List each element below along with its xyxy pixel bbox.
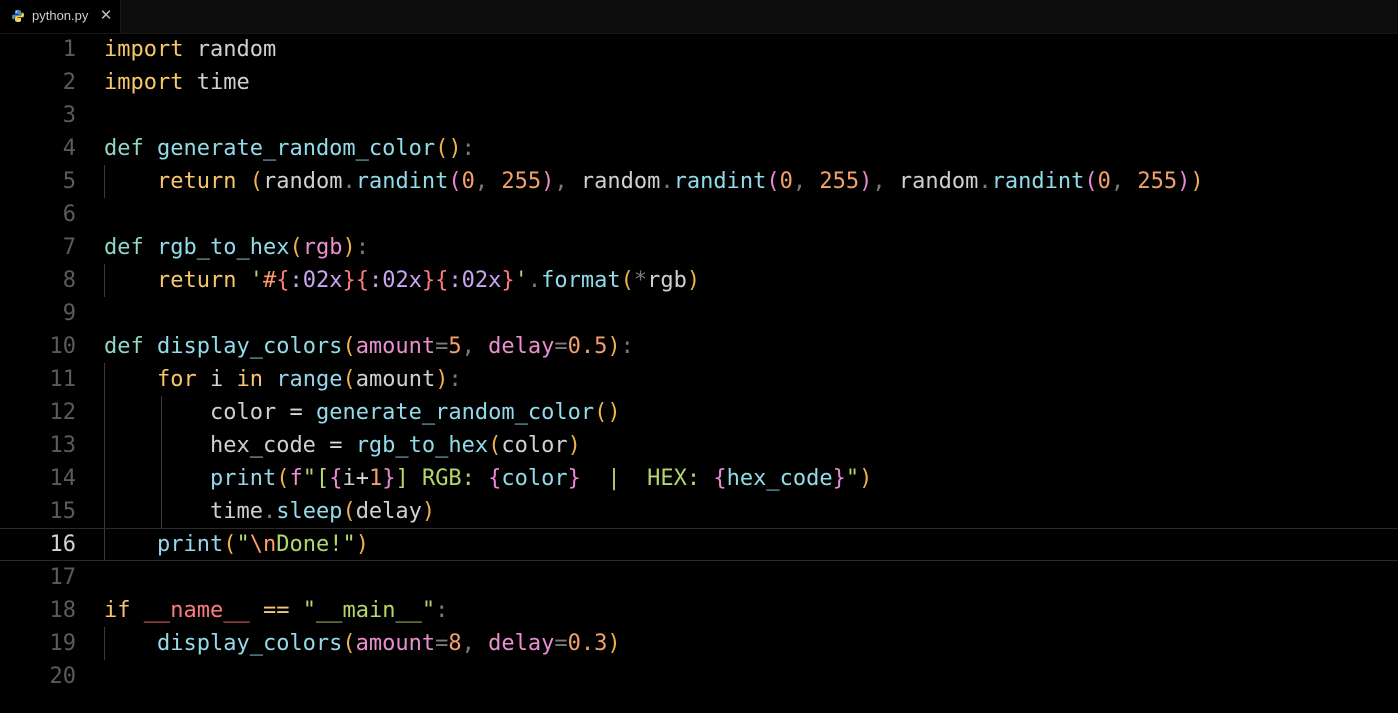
code-line: 12 color = generate_random_color() <box>0 396 1398 429</box>
code-text: color = generate_random_color() <box>209 400 621 425</box>
code-text: def display_colors(amount=5, delay=0.5): <box>104 334 634 359</box>
code-text: return '#{:02x}{:02x}{:02x}'.format(*rgb… <box>156 268 701 293</box>
line-number: 2 <box>62 70 76 95</box>
tab-python-file[interactable]: python.py ✕ <box>0 0 121 33</box>
code-line-current: 16 print("\nDone!") <box>0 528 1398 561</box>
line-number: 3 <box>62 103 76 128</box>
line-number: 10 <box>49 334 77 359</box>
code-text: return (random.randint(0, 255), random.r… <box>156 169 1204 194</box>
code-line: 20 <box>0 660 1398 693</box>
line-number: 20 <box>49 664 77 689</box>
code-line: 8 return '#{:02x}{:02x}{:02x}'.format(*r… <box>0 264 1398 297</box>
code-line: 1 import random <box>0 33 1398 66</box>
code-line: 13 hex_code = rgb_to_hex(color) <box>0 429 1398 462</box>
code-text: import time <box>104 70 250 95</box>
line-number: 5 <box>62 169 76 194</box>
code-text: time.sleep(delay) <box>209 499 436 524</box>
code-line: 11 for i in range(amount): <box>0 363 1398 396</box>
code-line: 5 return (random.randint(0, 255), random… <box>0 165 1398 198</box>
line-number: 14 <box>49 466 77 491</box>
code-text: hex_code = rgb_to_hex(color) <box>209 433 581 458</box>
tab-bar: python.py ✕ <box>0 0 1398 34</box>
code-line: 9 <box>0 297 1398 330</box>
code-line: 15 time.sleep(delay) <box>0 495 1398 528</box>
code-text: display_colors(amount=8, delay=0.3) <box>156 631 621 656</box>
tab-filename: python.py <box>32 8 89 23</box>
code-line: 2 import time <box>0 66 1398 99</box>
line-number: 1 <box>62 37 76 62</box>
code-text: def rgb_to_hex(rgb): <box>104 235 369 260</box>
code-text: for i in range(amount): <box>156 367 462 392</box>
code-area[interactable]: 1 import random 2 import time 3 4 def ge… <box>0 33 1398 713</box>
code-line: 10 def display_colors(amount=5, delay=0.… <box>0 330 1398 363</box>
line-number: 19 <box>49 631 77 656</box>
code-line: 19 display_colors(amount=8, delay=0.3) <box>0 627 1398 660</box>
line-number: 13 <box>49 433 77 458</box>
code-line: 7 def rgb_to_hex(rgb): <box>0 231 1398 264</box>
code-editor: python.py ✕ 1 import random 2 import tim… <box>0 0 1398 713</box>
line-number: 8 <box>62 268 76 293</box>
line-number: 17 <box>49 565 77 590</box>
code-line: 14 print(f"[{i+1}] RGB: {color} | HEX: {… <box>0 462 1398 495</box>
line-number: 7 <box>62 235 76 260</box>
line-number: 9 <box>62 301 76 326</box>
code-text: def generate_random_color(): <box>104 136 475 161</box>
line-number: 12 <box>49 400 77 425</box>
code-line: 3 <box>0 99 1398 132</box>
code-text: import random <box>104 37 277 62</box>
line-number: 11 <box>49 367 77 392</box>
code-text: if __name__ == "__main__": <box>104 598 449 623</box>
code-text: print("\nDone!") <box>156 532 369 557</box>
line-number-active: 16 <box>49 532 77 557</box>
line-number: 18 <box>49 598 77 623</box>
code-line: 17 <box>0 561 1398 594</box>
code-line: 4 def generate_random_color(): <box>0 132 1398 165</box>
code-line: 18 if __name__ == "__main__": <box>0 594 1398 627</box>
line-number: 6 <box>62 202 76 227</box>
close-icon[interactable]: ✕ <box>99 6 113 24</box>
code-line: 6 <box>0 198 1398 231</box>
code-text: print(f"[{i+1}] RGB: {color} | HEX: {hex… <box>209 466 873 491</box>
python-icon <box>12 10 24 22</box>
line-number: 4 <box>62 136 76 161</box>
line-number: 15 <box>49 499 77 524</box>
